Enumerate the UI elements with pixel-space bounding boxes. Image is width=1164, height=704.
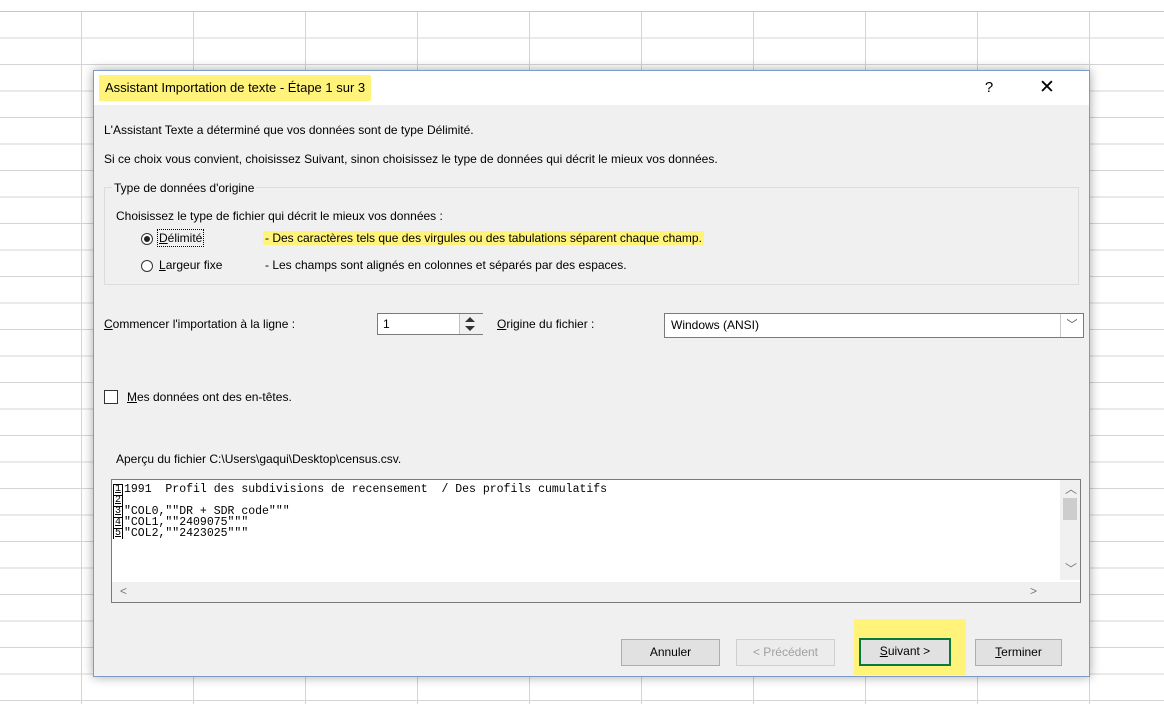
file-origin-label: Origine du fichier : <box>497 317 595 331</box>
start-row-spinner[interactable] <box>459 314 483 334</box>
spreadsheet-top-edge <box>0 0 1164 12</box>
radio-delimited-description: - Des caractères tels que des virgules o… <box>263 231 704 245</box>
radio-delimited[interactable] <box>141 233 153 245</box>
previous-button[interactable]: < Précédent <box>736 639 835 666</box>
vertical-scroll-thumb[interactable] <box>1063 498 1077 520</box>
has-headers-label[interactable]: Mes données ont des en-têtes. <box>127 390 292 404</box>
preview-horizontal-scrollbar[interactable]: < > <box>112 582 1080 602</box>
close-button[interactable]: ✕ <box>1032 76 1062 100</box>
close-icon: ✕ <box>1039 77 1055 98</box>
next-button[interactable]: Suivant > <box>859 638 951 666</box>
scroll-up-icon[interactable]: ︿ <box>1065 480 1077 497</box>
has-headers-checkbox[interactable] <box>104 390 118 404</box>
preview-vertical-scrollbar[interactable]: ︿ ﹀ <box>1060 480 1080 580</box>
intro-line-2: Si ce choix vous convient, choisissez Su… <box>104 152 718 166</box>
preview-label: Aperçu du fichier C:\Users\gaqui\Desktop… <box>116 452 402 466</box>
radio-selected-dot <box>144 236 150 242</box>
radio-fixed-width-description: - Les champs sont alignés en colonnes et… <box>265 258 627 272</box>
finish-button[interactable]: Terminer <box>975 639 1062 666</box>
dialog-title: Assistant Importation de texte - Étape 1… <box>99 75 372 101</box>
scroll-down-icon[interactable]: ﹀ <box>1065 560 1077 577</box>
scroll-right-icon[interactable]: > <box>1030 584 1037 598</box>
file-preview[interactable]: 1 1991 Profil des subdivisions de recense… <box>111 479 1081 603</box>
preview-lines: 1 1991 Profil des subdivisions de recense… <box>113 484 607 539</box>
help-button[interactable]: ? <box>974 76 1004 100</box>
preview-line: 5 "COL2,""2423025""" <box>113 527 249 540</box>
file-origin-value: Windows (ANSI) <box>671 318 760 332</box>
intro-line-1: L'Assistant Texte a déterminé que vos do… <box>104 123 474 137</box>
file-origin-select[interactable]: Windows (ANSI) ﹀ <box>664 313 1084 338</box>
preview-line: 1 1991 Profil des subdivisions de recense… <box>113 483 608 496</box>
data-type-group-label: Type de données d'origine <box>112 181 257 195</box>
start-row-label: Commencer l'importation à la ligne : <box>104 317 296 331</box>
data-type-instruction: Choisissez le type de fichier qui décrit… <box>116 209 443 223</box>
radio-fixed-width-label[interactable]: Largeur fixe <box>159 258 222 272</box>
spin-down-icon[interactable] <box>465 326 475 331</box>
cancel-button[interactable]: Annuler <box>621 639 720 666</box>
text-import-wizard-dialog: Assistant Importation de texte - Étape 1… <box>93 70 1090 677</box>
scroll-left-icon[interactable]: < <box>120 584 127 598</box>
spin-up-icon[interactable] <box>465 317 475 322</box>
radio-delimited-label[interactable]: Délimité <box>156 229 205 247</box>
chevron-down-icon[interactable]: ﹀ <box>1060 314 1083 337</box>
radio-fixed-width[interactable] <box>141 260 153 272</box>
dialog-titlebar: Assistant Importation de texte - Étape 1… <box>94 71 1089 105</box>
